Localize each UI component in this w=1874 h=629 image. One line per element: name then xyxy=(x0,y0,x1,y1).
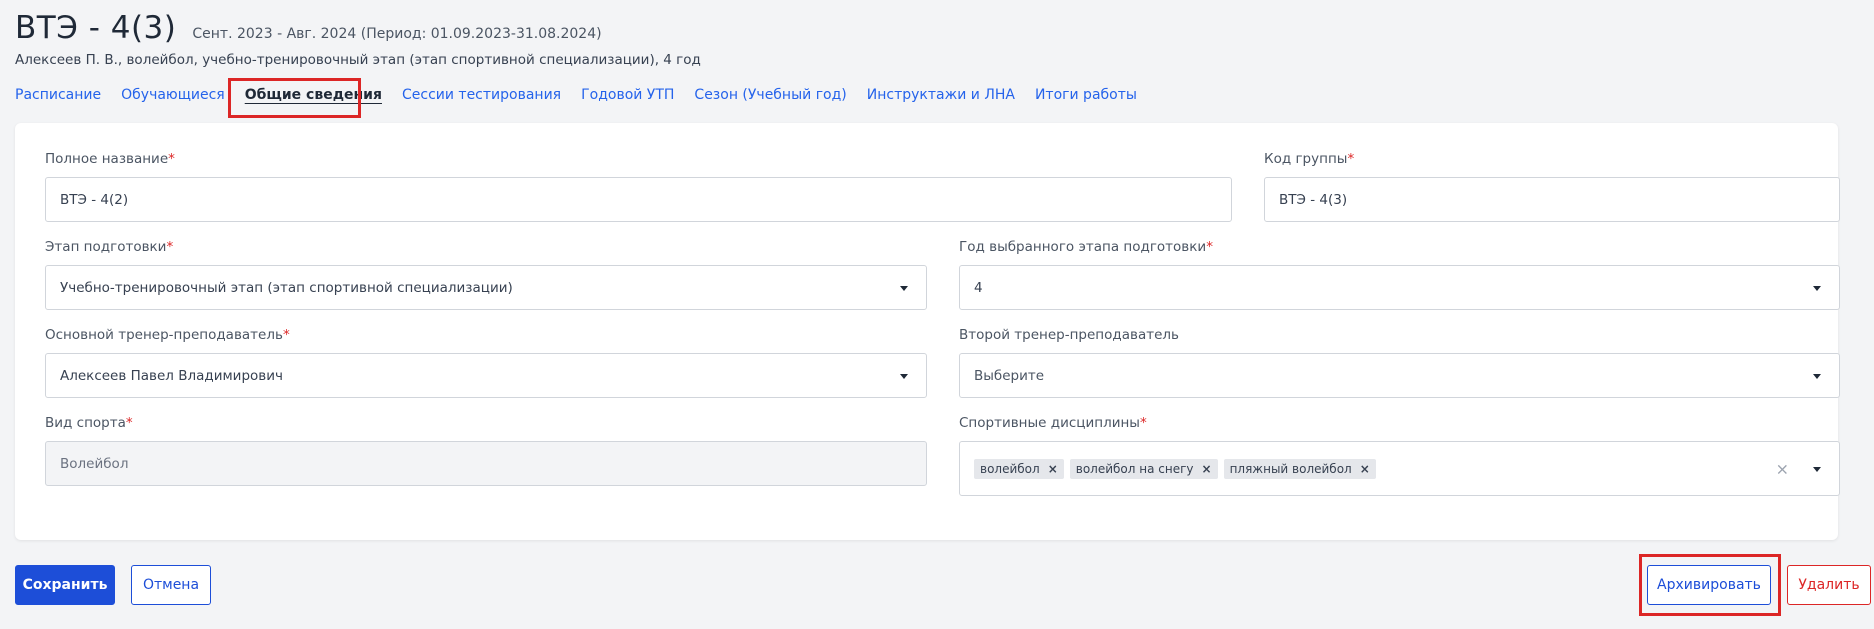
delete-button[interactable]: Удалить xyxy=(1787,565,1871,605)
disciplines-multiselect[interactable]: волейбол × волейбол на снегу × пляжный вол… xyxy=(959,441,1840,496)
stage-year-label: Год выбранного этапа подготовки xyxy=(959,239,1207,255)
main-coach-field: Основной тренер-преподаватель* Алексеев … xyxy=(45,325,927,398)
full-name-label: Полное название xyxy=(45,151,169,167)
group-subtitle: Алексеев П. В., волейбол, учебно-трениро… xyxy=(15,52,701,68)
stage-year-field: Год выбранного этапа подготовки* 4 xyxy=(959,237,1840,310)
second-coach-field: Второй тренер-преподаватель Выберите xyxy=(959,325,1840,398)
page-title: ВТЭ - 4(3) xyxy=(15,10,177,46)
tab-general-info[interactable]: Общие сведения xyxy=(245,87,382,103)
stage-field: Этап подготовки* Учебно-тренировочный эт… xyxy=(45,237,927,310)
group-code-input[interactable]: ВТЭ - 4(3) xyxy=(1264,177,1840,222)
close-icon[interactable]: × xyxy=(1048,462,1058,476)
group-code-field: Код группы* ВТЭ - 4(3) xyxy=(1264,149,1840,222)
save-button[interactable]: Сохранить xyxy=(15,565,115,605)
second-coach-label: Второй тренер-преподаватель xyxy=(959,327,1179,343)
general-info-form: Полное название* ВТЭ - 4(2) Код группы* … xyxy=(15,123,1840,540)
discipline-chip: волейбол на снегу × xyxy=(1069,458,1218,479)
sport-input: Волейбол xyxy=(45,441,927,486)
tab-season[interactable]: Сезон (Учебный год) xyxy=(694,87,846,103)
stage-year-select[interactable]: 4 xyxy=(959,265,1840,310)
discipline-chip: волейбол × xyxy=(974,458,1064,479)
chevron-down-icon[interactable] xyxy=(1813,466,1821,472)
close-icon[interactable]: × xyxy=(1202,462,1212,476)
main-coach-label: Основной тренер-преподаватель xyxy=(45,327,283,343)
stage-label: Этап подготовки xyxy=(45,239,167,255)
discipline-chips: волейбол × волейбол на снегу × пляжный вол… xyxy=(974,458,1382,479)
sport-label: Вид спорта xyxy=(45,415,126,431)
chevron-down-icon[interactable] xyxy=(900,373,908,379)
tab-briefings[interactable]: Инструктажи и ЛНА xyxy=(867,87,1015,103)
group-code-label: Код группы xyxy=(1264,151,1348,167)
stage-select[interactable]: Учебно-тренировочный этап (этап спортивн… xyxy=(45,265,927,310)
second-coach-select[interactable]: Выберите xyxy=(959,353,1840,398)
tab-bar: Расписание Обучающиеся Общие сведения Се… xyxy=(15,87,1157,103)
chevron-down-icon[interactable] xyxy=(1813,373,1821,379)
disciplines-label: Спортивные дисциплины xyxy=(959,415,1140,431)
discipline-chip: пляжный волейбол × xyxy=(1223,458,1376,479)
full-name-field: Полное название* ВТЭ - 4(2) xyxy=(45,149,1232,222)
tab-results[interactable]: Итоги работы xyxy=(1035,87,1137,103)
tab-annual-plan[interactable]: Годовой УТП xyxy=(581,87,674,103)
archive-button[interactable]: Архивировать xyxy=(1647,565,1771,605)
tab-schedule[interactable]: Расписание xyxy=(15,87,101,103)
chevron-down-icon[interactable] xyxy=(900,285,908,291)
cancel-button[interactable]: Отмена xyxy=(131,565,211,605)
clear-icon[interactable]: × xyxy=(1776,459,1789,478)
page-header: ВТЭ - 4(3) Сент. 2023 - Авг. 2024 (Перио… xyxy=(15,10,701,68)
main-coach-select[interactable]: Алексеев Павел Владимирович xyxy=(45,353,927,398)
chevron-down-icon[interactable] xyxy=(1813,285,1821,291)
full-name-input[interactable]: ВТЭ - 4(2) xyxy=(45,177,1232,222)
close-icon[interactable]: × xyxy=(1360,462,1370,476)
disciplines-field: Спортивные дисциплины* волейбол × волейбо… xyxy=(959,413,1840,496)
tab-testing-sessions[interactable]: Сессии тестирования xyxy=(402,87,561,103)
sport-field: Вид спорта* Волейбол xyxy=(45,413,927,486)
period-text: Сент. 2023 - Авг. 2024 (Период: 01.09.20… xyxy=(192,26,602,42)
tab-students[interactable]: Обучающиеся xyxy=(121,87,225,103)
